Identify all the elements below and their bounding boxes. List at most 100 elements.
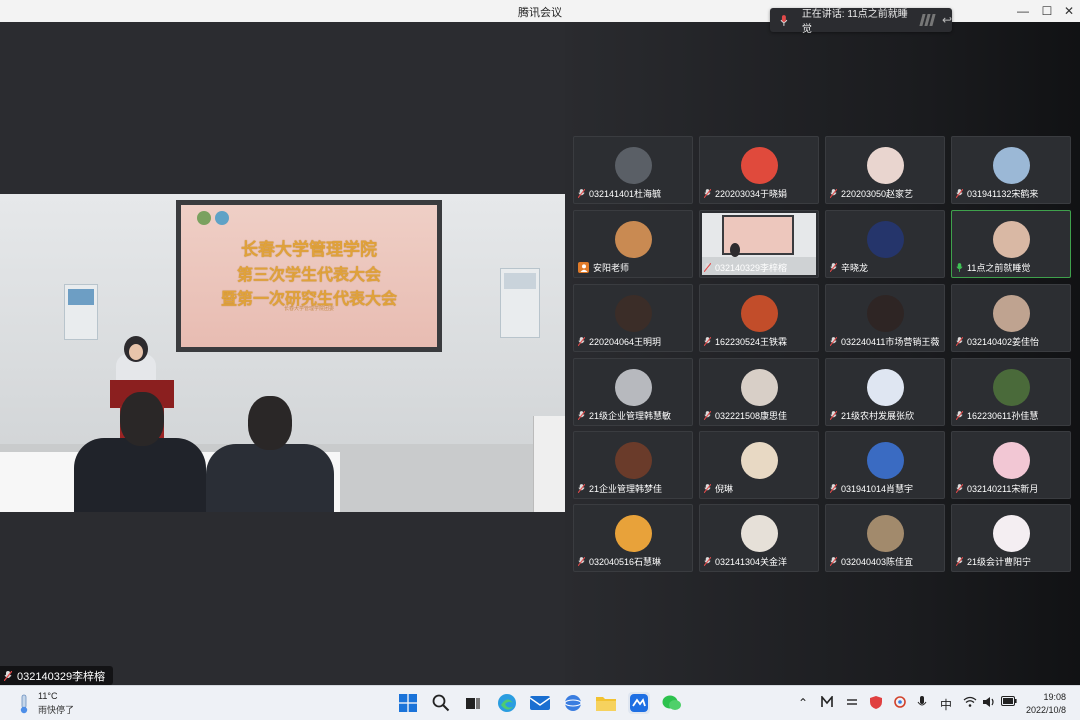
participant-avatar xyxy=(741,369,778,406)
school-logo-icon xyxy=(197,211,211,225)
participant-avatar xyxy=(615,221,652,258)
windows-start-icon[interactable] xyxy=(397,692,419,714)
clock-time: 19:08 xyxy=(1043,692,1066,702)
participant-tile[interactable]: 21级企业管理韩慧敏 xyxy=(573,358,693,426)
participant-name-label: 032240411市场营销王薇 xyxy=(830,335,939,348)
participant-name: 032141304关金洋 xyxy=(715,557,788,567)
participant-tile[interactable]: 21级农村发展张欣 xyxy=(825,358,945,426)
wifi-icon[interactable] xyxy=(963,696,977,710)
microphone-icon[interactable] xyxy=(917,696,927,712)
participant-tile[interactable]: 031941014肖慧宇 xyxy=(825,431,945,499)
participant-avatar xyxy=(867,295,904,332)
mic-muted-icon xyxy=(4,670,12,681)
mail-icon[interactable] xyxy=(529,692,551,714)
participant-tile[interactable]: 162230524王铁霖 xyxy=(699,284,819,352)
weather-widget[interactable]: 11°C 雨快停了 xyxy=(18,691,74,716)
edge-browser-icon[interactable] xyxy=(496,692,518,714)
participant-tile[interactable]: 032140402姜佳怡 xyxy=(951,284,1071,352)
college-logo-icon xyxy=(215,211,229,225)
mic-muted-icon xyxy=(830,484,837,493)
participant-tile[interactable]: 220204064王明玥 xyxy=(573,284,693,352)
participant-avatar xyxy=(615,442,652,479)
clock-date: 2022/10/8 xyxy=(1025,705,1066,715)
participant-name-label: 21企业管理韩梦佳 xyxy=(578,482,662,495)
participant-tile[interactable]: 162230611孙佳慧 xyxy=(951,358,1071,426)
task-view-icon[interactable] xyxy=(462,692,484,714)
mic-muted-icon xyxy=(578,557,585,566)
participant-name-label: 安阳老师 xyxy=(578,261,629,274)
participant-tile[interactable]: 21企业管理韩梦佳 xyxy=(573,431,693,499)
participant-tile[interactable]: 220203034于晓娟 xyxy=(699,136,819,204)
participant-name-label: 21级企业管理韩慧敏 xyxy=(578,409,671,422)
projection-screen: 长春大学管理学院 第三次学生代表大会 暨第一次研究生代表大会 长春大学管理学院团… xyxy=(176,200,442,352)
cloud-sync-icon[interactable] xyxy=(893,696,907,711)
participant-tile[interactable]: 安阳老师 xyxy=(573,210,693,278)
participant-tile[interactable]: 220203050赵家艺 xyxy=(825,136,945,204)
sync-icon[interactable] xyxy=(846,696,858,711)
participant-tile[interactable]: 031941132宋鹤来 xyxy=(951,136,1071,204)
volume-icon[interactable] xyxy=(982,696,996,711)
wechat-icon[interactable] xyxy=(661,692,683,714)
security-shield-icon[interactable] xyxy=(870,696,882,712)
participant-tile[interactable]: 032240411市场营销王薇 xyxy=(825,284,945,352)
participant-avatar xyxy=(867,221,904,258)
participant-avatar xyxy=(741,515,778,552)
browser-icon[interactable] xyxy=(562,692,584,714)
tencent-meeting-icon[interactable] xyxy=(628,692,650,714)
banner-line: 长春大学管理学院 xyxy=(241,240,377,260)
mic-muted-icon xyxy=(578,189,585,198)
system-clock[interactable]: 19:08 2022/10/8 xyxy=(1026,691,1066,717)
audience-person xyxy=(206,444,334,512)
mic-muted-icon xyxy=(830,189,837,198)
mic-muted-icon xyxy=(704,411,711,420)
participant-tile[interactable]: 21级会计曹阳宁 xyxy=(951,504,1071,572)
search-icon[interactable] xyxy=(430,692,452,714)
participant-tile[interactable]: 032040403陈佳宜 xyxy=(825,504,945,572)
participant-avatar xyxy=(615,515,652,552)
participant-name-label: 倪琳 xyxy=(704,482,733,495)
weather-description: 雨快停了 xyxy=(38,705,75,715)
participant-name: 031941132宋鹤来 xyxy=(967,189,1039,199)
participant-tile[interactable]: 倪琳 xyxy=(699,431,819,499)
participant-tile[interactable]: 032140329李梓榕 xyxy=(699,210,819,278)
participant-name-label: 220204064王明玥 xyxy=(578,335,661,348)
main-video-area[interactable]: 长春大学管理学院 第三次学生代表大会 暨第一次研究生代表大会 长春大学管理学院团… xyxy=(0,22,565,685)
chevron-up-icon[interactable]: ⌃ xyxy=(798,696,808,710)
participant-name: 21级企业管理韩慧敏 xyxy=(589,411,672,421)
weather-temperature: 11°C xyxy=(38,691,58,701)
input-method-label[interactable]: 中 xyxy=(940,696,952,713)
participant-tile[interactable]: 032221508康思佳 xyxy=(699,358,819,426)
participant-tile[interactable]: 032140211宋新月 xyxy=(951,431,1071,499)
participant-avatar xyxy=(615,295,652,332)
wall-poster xyxy=(64,284,98,340)
close-button[interactable]: ✕ xyxy=(1056,0,1080,22)
battery-icon[interactable] xyxy=(1001,696,1017,709)
main-speaker-name: 032140329李梓榕 xyxy=(17,670,106,683)
mic-muted-icon xyxy=(704,263,711,272)
mic-muted-icon xyxy=(830,337,837,346)
participant-tile[interactable]: 11点之前就睡觉 xyxy=(951,210,1071,278)
participant-name-label: 032141401杜海毓 xyxy=(578,187,661,200)
participant-name: 倪琳 xyxy=(715,484,734,494)
main-speaker-label: 032140329李梓榕 xyxy=(0,666,114,685)
participant-tile[interactable]: 032141304关金洋 xyxy=(699,504,819,572)
participant-tile[interactable]: 032141401杜海毓 xyxy=(573,136,693,204)
mic-muted-icon xyxy=(956,411,963,420)
speaking-indicator[interactable]: 正在讲话: 11点之前就睡觉 ↩ xyxy=(770,8,952,35)
participant-tile[interactable]: 辛晓龙 xyxy=(825,210,945,278)
participant-name: 辛晓龙 xyxy=(841,263,869,273)
minimize-button[interactable]: — xyxy=(1010,0,1036,22)
speaking-text: 正在讲话: 11点之前就睡觉 xyxy=(801,9,908,35)
participant-name-label: 11点之前就睡觉 xyxy=(956,261,1030,274)
participant-name: 032140211宋新月 xyxy=(967,484,1039,494)
file-explorer-icon[interactable] xyxy=(595,692,617,714)
m-app-icon[interactable] xyxy=(821,694,833,711)
participant-tile[interactable]: 032040516石慧琳 xyxy=(573,504,693,572)
participant-name-label: 220203050赵家艺 xyxy=(830,187,913,200)
participant-avatar xyxy=(993,442,1030,479)
participant-name-label: 032221508康思佳 xyxy=(704,409,787,422)
participant-avatar xyxy=(741,147,778,184)
reply-icon[interactable]: ↩ xyxy=(942,13,952,27)
cabinet xyxy=(533,416,565,512)
banner-line: 第三次学生代表大会 xyxy=(236,265,381,284)
